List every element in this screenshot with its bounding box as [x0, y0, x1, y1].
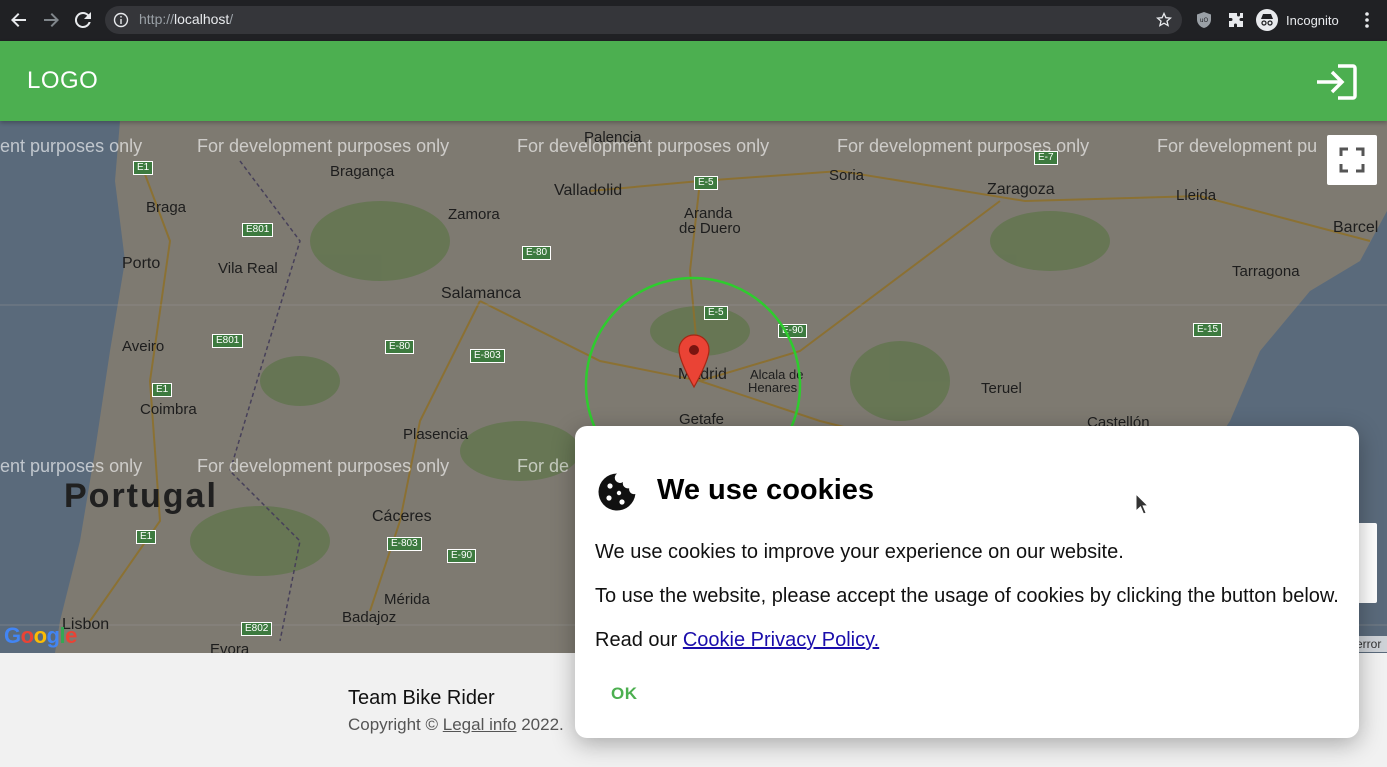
map-place-label: Plasencia	[403, 426, 469, 443]
map-place-label: Coimbra	[140, 401, 197, 418]
map-place-label: Soria	[829, 167, 865, 184]
cookie-policy-link[interactable]: Cookie Privacy Policy.	[683, 629, 879, 651]
logo-text[interactable]: LOGO	[27, 67, 98, 95]
map-place-label: Porto	[122, 255, 161, 272]
map-place-label: Salamanca	[441, 285, 522, 302]
map-place-label: Zamora	[448, 206, 500, 223]
map-place-label: Braga	[146, 199, 187, 216]
google-logo: Google	[4, 623, 77, 648]
map-place-label: Palencia	[584, 129, 642, 146]
fullscreen-icon	[1339, 147, 1365, 173]
map-watermark: For de	[517, 456, 570, 476]
cookie-dialog-title: We use cookies	[657, 474, 875, 506]
ok-button[interactable]: OK	[611, 684, 638, 704]
map-place-label: Valladolid	[554, 182, 623, 199]
incognito-icon	[1256, 9, 1278, 31]
road-marker: E1	[136, 530, 157, 544]
url-text: http://localhost/	[139, 11, 234, 27]
cookie-policy-line: Read our Cookie Privacy Policy.	[595, 629, 880, 651]
road-marker: E801	[242, 223, 274, 237]
map-place-label: Cáceres	[372, 508, 432, 525]
map-place-label: Aveiro	[122, 338, 165, 355]
bookmark-star-icon[interactable]	[1156, 12, 1172, 28]
road-marker: E-803	[470, 349, 505, 363]
map-watermark: For development purposes only	[197, 456, 450, 476]
road-marker: E-80	[385, 340, 415, 354]
incognito-profile-button[interactable]: Incognito	[1256, 8, 1339, 32]
back-icon[interactable]	[7, 8, 31, 32]
road-marker: E-15	[1193, 323, 1223, 337]
address-bar[interactable]: http://localhost/	[105, 6, 1182, 34]
map-watermark: For development pu	[1157, 136, 1318, 156]
footer-copyright: Copyright © Legal info 2022.	[348, 715, 564, 734]
map-place-label: Evora	[210, 641, 250, 653]
site-info-icon[interactable]	[113, 12, 129, 28]
location-pin-icon[interactable]	[677, 333, 711, 389]
reload-icon[interactable]	[71, 8, 95, 32]
road-marker: E1	[152, 383, 173, 397]
road-marker: E801	[212, 334, 244, 348]
cookie-icon	[598, 473, 636, 511]
map-place-label: Lleida	[1176, 187, 1217, 204]
cookie-dialog-text: We use cookies to improve your experienc…	[595, 541, 1124, 563]
map-place-label: Tarragona	[1232, 263, 1300, 280]
svg-text:uO: uO	[1200, 17, 1209, 24]
road-marker: E-7	[1034, 151, 1058, 165]
map-watermark: ent purposes only	[0, 136, 143, 156]
mouse-cursor-icon	[1135, 493, 1149, 515]
map-watermark: For development purposes only	[197, 136, 450, 156]
map-place-label: Mérida	[384, 591, 430, 608]
incognito-label: Incognito	[1286, 12, 1339, 28]
map-place-label: Barcel	[1333, 219, 1379, 236]
browser-menu-icon[interactable]	[1360, 10, 1374, 30]
cookie-dialog-text: To use the website, please accept the us…	[595, 585, 1339, 607]
footer-title: Team Bike Rider	[348, 687, 495, 709]
road-marker: E1	[133, 161, 154, 175]
map-place-label: Badajoz	[342, 609, 397, 626]
map-place-label: Bragança	[330, 163, 395, 180]
map-place-label: de Duero	[679, 220, 741, 237]
map-country-label: Portugal	[64, 477, 218, 515]
ublock-extension-icon[interactable]: uO	[1195, 11, 1213, 29]
cookie-consent-dialog: We use cookies We use cookies to improve…	[575, 426, 1359, 738]
browser-toolbar: http://localhost/ uO Incognito	[0, 0, 1387, 41]
road-marker: E802	[241, 622, 273, 636]
fullscreen-button[interactable]	[1327, 135, 1377, 185]
road-marker: E-5	[694, 176, 718, 190]
map-watermark: For development purposes only	[517, 136, 770, 156]
app-header: LOGO	[0, 41, 1387, 121]
map-place-label: Vila Real	[218, 260, 278, 277]
login-icon[interactable]	[1314, 63, 1358, 101]
map-place-label: Zaragoza	[987, 181, 1055, 198]
forward-icon[interactable]	[39, 8, 63, 32]
road-marker: E-803	[387, 537, 422, 551]
legal-info-link[interactable]: Legal info	[443, 715, 517, 734]
map-place-label: Teruel	[981, 380, 1022, 397]
road-marker: E-90	[447, 549, 477, 563]
map-watermark: ent purposes only	[0, 456, 143, 476]
road-marker: E-80	[522, 246, 552, 260]
extensions-puzzle-icon[interactable]	[1227, 11, 1245, 29]
